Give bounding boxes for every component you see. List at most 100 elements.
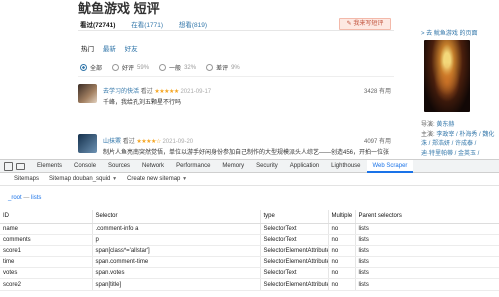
review-item: 山抹罴 看过 ★★★★☆ 2021-09-20 4097 有用 制片人鱼亮南突然… xyxy=(78,134,398,160)
filter-negative[interactable]: 差评 9% xyxy=(206,63,240,72)
devtools-panel: Elements Console Sources Network Perform… xyxy=(0,159,499,297)
sitemap-menu[interactable]: Sitemap douban_squid ▼ xyxy=(49,176,117,182)
cell-id: name xyxy=(0,223,92,235)
movie-poster[interactable] xyxy=(424,40,470,112)
cell-parent: lists xyxy=(354,267,499,280)
review-status: 看过 xyxy=(122,139,135,145)
table-row[interactable]: comments p SelectorText no lists xyxy=(0,234,499,246)
tab-network[interactable]: Network xyxy=(136,160,170,173)
filter-label: 全部 xyxy=(90,66,103,72)
cell-parent: lists xyxy=(354,223,499,235)
filter-label: 好评 xyxy=(122,66,135,72)
cell-selector: span.votes xyxy=(91,267,260,280)
rating-filter: 全部 好评 59% 一般 32% 差评 9% xyxy=(80,63,240,72)
cast-line[interactable]: 迪·特里帕蒂 / 金英玉 / xyxy=(421,151,479,157)
create-sitemap-menu[interactable]: Create new sitemap ▼ xyxy=(127,176,187,182)
device-toolbar-icon[interactable] xyxy=(16,162,25,170)
review-header: 去学习的快活 看过 ★★★★★ 2021-09-17 xyxy=(103,86,211,95)
useful-count[interactable]: 4097 有用 xyxy=(364,136,391,145)
col-parent-selectors: Parent selectors xyxy=(354,210,499,224)
radio-icon xyxy=(206,64,214,71)
cell-type: SelectorText xyxy=(259,267,328,280)
filter-positive[interactable]: 好评 59% xyxy=(112,63,149,72)
cast-line[interactable]: 李政宰 / 朴海秀 / 魏化 xyxy=(436,132,494,138)
filter-neutral[interactable]: 一般 32% xyxy=(159,63,196,72)
radio-icon xyxy=(159,64,167,71)
tab-security[interactable]: Security xyxy=(250,160,284,173)
cell-multiple: no xyxy=(327,267,355,280)
review-time: 2021-09-20 xyxy=(162,139,194,145)
tab-performance[interactable]: Performance xyxy=(170,160,216,173)
cast-label: 主演: xyxy=(421,131,435,138)
cell-id: score1 xyxy=(0,245,92,258)
chevron-down-icon: ▼ xyxy=(182,176,188,182)
tab-web-scraper[interactable]: Web Scraper xyxy=(366,159,414,173)
filter-all[interactable]: 全部 xyxy=(80,63,102,72)
cell-type: SelectorElementAttribute xyxy=(259,245,328,258)
movie-sidebar: > 去 鱿鱼游戏 的页面 导演: 黄东赫 主演: 李政宰 / 朴海秀 / 魏化 … xyxy=(420,0,499,157)
breadcrumb-lists[interactable]: lists xyxy=(31,195,41,201)
director-label: 导演: xyxy=(421,122,435,128)
divider xyxy=(78,76,394,77)
sort-latest[interactable]: 最新 xyxy=(103,46,116,53)
review-status: 看过 xyxy=(140,89,153,95)
review-text: 千峰，我给孔刘五颗星不行吗 xyxy=(103,100,182,106)
table-row[interactable]: time span.comment-time SelectorElementAt… xyxy=(0,256,499,269)
cell-parent: lists xyxy=(354,245,499,258)
create-sitemap-label: Create new sitemap xyxy=(127,176,181,182)
chevron-down-icon: ▼ xyxy=(112,176,118,182)
review-user[interactable]: 山抹罴 xyxy=(103,139,121,145)
page-title: 鱿鱼游戏 短评 xyxy=(78,1,160,16)
tab-application[interactable]: Application xyxy=(284,160,325,173)
rating-stars-icon: ★★★★★ xyxy=(154,89,179,95)
filter-percent: 9% xyxy=(231,64,240,71)
table-row[interactable]: name .comment-info a SelectorText no lis… xyxy=(0,223,499,235)
cell-type: SelectorElementAttribute xyxy=(259,256,328,269)
sitemap-menu-label: Sitemap douban_squid xyxy=(49,176,111,182)
tab-watched[interactable]: 看过(72741) xyxy=(80,22,115,29)
table-row[interactable]: votes span.votes SelectorText no lists xyxy=(0,267,499,280)
review-user[interactable]: 去学习的快活 xyxy=(103,89,139,95)
breadcrumb-separator: — xyxy=(23,195,32,201)
tab-console[interactable]: Console xyxy=(68,160,102,173)
cell-selector: .comment-info a xyxy=(91,223,260,235)
cell-type: SelectorText xyxy=(259,223,328,235)
cell-multiple: no xyxy=(327,234,355,246)
col-id: ID xyxy=(0,210,92,224)
cell-type: SelectorElementAttribute xyxy=(259,278,328,291)
cell-parent: lists xyxy=(354,234,499,246)
radio-icon xyxy=(112,64,120,71)
table-row[interactable]: score1 span[class*='allstar'] SelectorEl… xyxy=(0,245,499,258)
cell-type: SelectorText xyxy=(259,234,328,246)
review-item: 去学习的快活 看过 ★★★★★ 2021-09-17 3428 有用 千峰，我给… xyxy=(78,84,398,114)
tab-watching[interactable]: 在看(1771) xyxy=(131,22,163,29)
cell-selector: span.comment-time xyxy=(91,256,260,269)
breadcrumb-root[interactable]: _root xyxy=(8,195,22,201)
tab-sources[interactable]: Sources xyxy=(102,160,136,173)
selector-table: ID Selector type Multiple Parent selecto… xyxy=(0,210,499,291)
screenshot: 鱿鱼游戏 短评 看过(72741) 在看(1771) 想看(819) ✎ 我来写… xyxy=(0,0,499,297)
director-name[interactable]: 黄东赫 xyxy=(436,122,454,128)
filter-label: 一般 xyxy=(169,66,182,72)
write-review-button[interactable]: ✎ 我来写短评 xyxy=(339,18,391,30)
sitemaps-menu[interactable]: Sitemaps xyxy=(14,176,39,182)
devtools-tabbar: Elements Console Sources Network Perform… xyxy=(0,159,499,173)
cast-line[interactable]: 洙 / 郑浩妍 / 许成泰 / xyxy=(421,141,476,147)
col-type: type xyxy=(259,210,328,224)
avatar[interactable] xyxy=(78,134,97,153)
tab-want[interactable]: 想看(819) xyxy=(179,22,207,29)
tab-lighthouse[interactable]: Lighthouse xyxy=(325,160,366,173)
table-row[interactable]: score2 span[title] SelectorElementAttrib… xyxy=(0,278,499,291)
inspect-icon[interactable] xyxy=(4,161,13,171)
useful-count[interactable]: 3428 有用 xyxy=(364,86,391,95)
tab-memory[interactable]: Memory xyxy=(216,160,250,173)
filter-percent: 32% xyxy=(184,64,197,71)
sort-friends[interactable]: 好友 xyxy=(125,46,138,53)
sort-nav: 热门 最新 好友 xyxy=(81,43,145,53)
sort-hot[interactable]: 热门 xyxy=(81,46,94,53)
avatar[interactable] xyxy=(78,84,97,103)
filter-label: 差评 xyxy=(216,66,229,72)
tab-elements[interactable]: Elements xyxy=(31,160,68,173)
review-time: 2021-09-17 xyxy=(180,89,212,95)
movie-page-link[interactable]: > 去 鱿鱼游戏 的页面 xyxy=(421,28,478,37)
